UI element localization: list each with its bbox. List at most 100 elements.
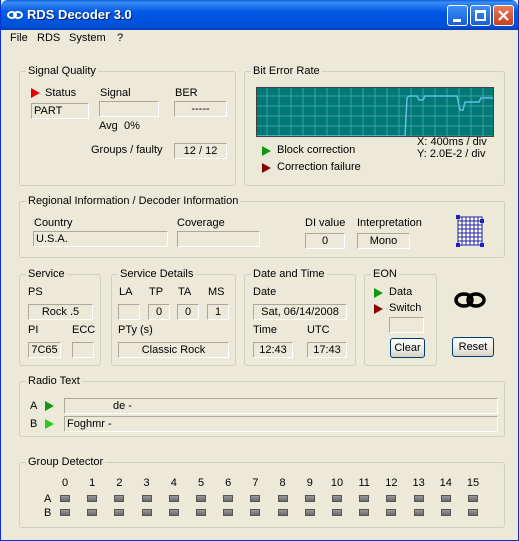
group-column-header: 1 [89, 477, 96, 489]
group-column-header: 8 [279, 477, 286, 489]
group-column-header: 10 [330, 477, 344, 489]
group-column-header: 2 [116, 477, 123, 489]
group-led-b-2 [114, 509, 125, 516]
signal-quality-title: Signal Quality [26, 65, 98, 77]
pty-label: PTy (s) [118, 324, 153, 336]
radio-text-group: Radio Text A de - B Foghmr - [19, 375, 505, 437]
group-column-header: 3 [143, 477, 150, 489]
pty-value: Classic Rock [118, 342, 229, 358]
radio-text-a-value: de - [64, 398, 498, 414]
eon-switch-label: Switch [389, 302, 422, 314]
correction-failure-label: Correction failure [277, 161, 361, 173]
close-button[interactable] [493, 5, 514, 26]
country-value: U.S.A. [33, 231, 168, 247]
group-led-b-15 [468, 509, 478, 516]
status-label: Status [45, 87, 77, 99]
minimize-button[interactable] [447, 5, 468, 26]
status-indicator-icon [31, 88, 40, 98]
group-column-header: 15 [466, 477, 480, 489]
group-led-a-11 [359, 495, 370, 502]
group-row-a-label: A [44, 493, 52, 505]
y-scale-label: Y: 2.0E-2 / div [417, 148, 486, 160]
group-led-b-9 [304, 509, 315, 516]
time-value: 12:43 [253, 342, 293, 358]
service-details-title: Service Details [118, 268, 196, 280]
ps-label: PS [28, 286, 43, 298]
coverage-value [177, 231, 260, 247]
ps-value: Rock .5 [28, 304, 93, 320]
group-led-b-3 [141, 509, 152, 516]
maximize-button[interactable] [470, 5, 491, 26]
group-led-b-0 [60, 509, 70, 516]
group-led-b-6 [223, 509, 234, 516]
menu-system[interactable]: System [69, 32, 106, 44]
group-led-b-11 [359, 509, 370, 516]
status-value: PART [31, 103, 89, 119]
radio-text-b-value: Foghmr - [64, 416, 498, 432]
di-value-label: DI value [305, 217, 346, 229]
ta-value: 0 [177, 304, 199, 320]
menu-file[interactable]: File [10, 32, 28, 44]
group-led-a-14 [440, 495, 451, 502]
group-led-a-8 [277, 495, 288, 502]
group-led-b-12 [386, 509, 397, 516]
group-led-b-4 [168, 509, 179, 516]
group-led-a-13 [413, 495, 424, 502]
date-label: Date [253, 286, 277, 298]
group-led-b-7 [250, 509, 261, 516]
service-group: Service PS Rock .5 PI ECC 7C65 [19, 268, 101, 366]
ecc-value [72, 342, 94, 358]
group-led-b-14 [440, 509, 451, 516]
coverage-label: Coverage [177, 217, 225, 229]
group-column-header: 11 [358, 477, 370, 489]
pi-value: 7C65 [28, 342, 61, 358]
eon-switch-icon [374, 304, 383, 314]
group-led-a-6 [223, 495, 234, 502]
group-column-header: 13 [412, 477, 425, 489]
regional-info-group: Regional Information / Decoder Informati… [19, 195, 505, 258]
interpretation-value: Mono [357, 233, 410, 249]
block-correction-icon [262, 146, 271, 156]
link-rings-icon [454, 292, 486, 308]
menu-help[interactable]: ? [117, 32, 123, 44]
time-label: Time [253, 324, 278, 336]
group-detector-group: Group Detector A B 0 1 2 3 4 5 6 7 8 9 10 11 12 13 14 1… [19, 456, 505, 528]
group-column-header: 0 [61, 477, 69, 489]
ms-value: 1 [207, 304, 229, 320]
groups-value: 12 / 12 [174, 143, 227, 159]
group-led-a-15 [468, 495, 478, 502]
group-led-b-1 [87, 509, 98, 516]
regional-info-title: Regional Information / Decoder Informati… [26, 195, 241, 207]
block-correction-label: Block correction [277, 144, 356, 156]
groups-label: Groups / faulty [91, 144, 163, 156]
clear-button[interactable]: Clear [390, 338, 425, 358]
eon-switch-value [389, 317, 424, 333]
group-column-header: 7 [252, 477, 259, 489]
group-column-header: 14 [439, 477, 452, 489]
eon-group: EON Data Switch Clear [364, 268, 437, 366]
service-title: Service [26, 268, 67, 280]
group-led-b-5 [196, 509, 206, 516]
group-led-b-8 [277, 509, 288, 516]
group-led-a-2 [114, 495, 125, 502]
menu-rds[interactable]: RDS [37, 32, 60, 44]
date-value: Sat, 06/14/2008 [253, 304, 347, 320]
utc-value: 17:43 [307, 342, 347, 358]
group-row-b-label: B [44, 507, 52, 519]
title-bar[interactable]: RDS Decoder 3.0 [1, 0, 518, 30]
menu-bar: File RDS System ? [2, 30, 518, 48]
date-time-title: Date and Time [251, 268, 327, 280]
radio-text-title: Radio Text [26, 375, 82, 387]
group-led-a-7 [250, 495, 261, 502]
signal-quality-group: Signal Quality Status PART Signal BER --… [19, 65, 236, 186]
eon-data-icon [374, 288, 383, 298]
reset-button[interactable]: Reset [452, 337, 494, 357]
country-label: Country [34, 217, 73, 229]
eon-title: EON [371, 268, 399, 280]
di-value: 0 [305, 233, 345, 249]
date-time-group: Date and Time Date Sat, 06/14/2008 Time … [244, 268, 356, 366]
x-scale-label: X: 400ms / div [417, 136, 487, 148]
group-column-header: 4 [170, 477, 177, 489]
ber-value: ----- [174, 101, 227, 117]
group-led-a-9 [304, 495, 315, 502]
